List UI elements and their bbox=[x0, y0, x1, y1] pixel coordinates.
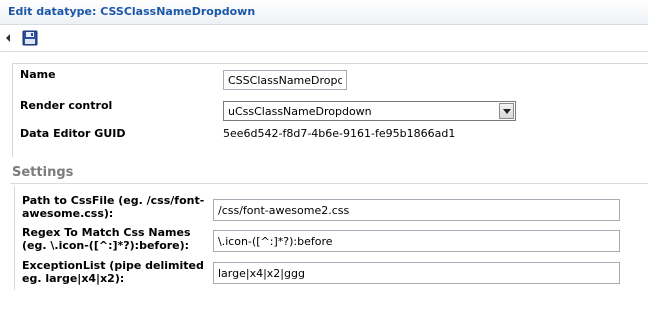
guid-value: 5ee6d542-f8d7-4b6e-9161-fe95b1866ad1 bbox=[223, 127, 456, 140]
render-control-selected: uCssClassNameDropdown bbox=[228, 105, 372, 118]
save-icon[interactable] bbox=[22, 30, 38, 46]
toolbar-grip-icon[interactable] bbox=[6, 34, 10, 42]
window-title: Edit datatype: CSSClassNameDropdown bbox=[8, 5, 256, 18]
settings-divider bbox=[10, 183, 648, 184]
exception-input[interactable] bbox=[213, 262, 620, 284]
name-input[interactable] bbox=[223, 70, 347, 90]
render-control-select[interactable]: uCssClassNameDropdown bbox=[223, 101, 516, 121]
regex-input[interactable] bbox=[213, 230, 620, 252]
guid-label: Data Editor GUID bbox=[20, 127, 126, 140]
chevron-down-icon[interactable] bbox=[499, 103, 514, 119]
exception-label: ExceptionList (pipe delimited eg. large|… bbox=[22, 259, 204, 285]
path-label: Path to CssFile (eg. /css/font-awesome.c… bbox=[22, 194, 205, 220]
window-titlebar: Edit datatype: CSSClassNameDropdown bbox=[0, 0, 648, 25]
toolbar bbox=[0, 25, 648, 52]
name-label: Name bbox=[20, 68, 56, 81]
path-input[interactable] bbox=[213, 199, 620, 221]
regex-label: Regex To Match Css Names (eg. \.icon-([^… bbox=[22, 226, 191, 252]
settings-header: Settings bbox=[12, 165, 74, 180]
render-control-label: Render control bbox=[20, 99, 113, 112]
